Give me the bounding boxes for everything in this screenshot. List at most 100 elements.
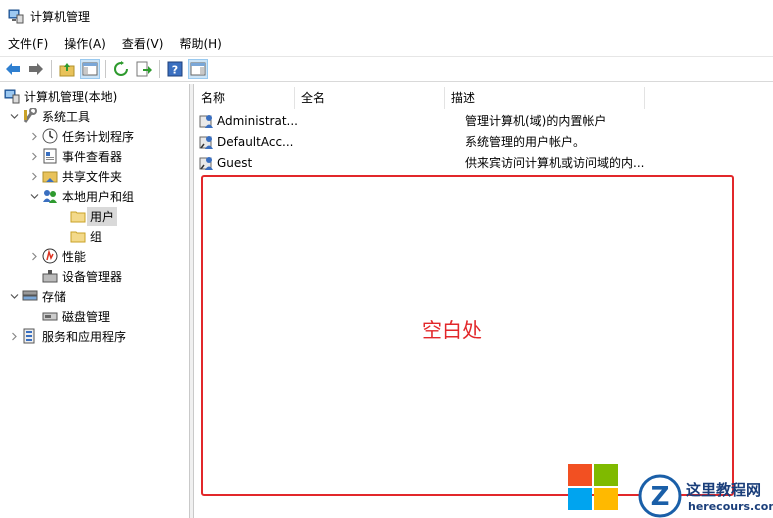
user-description: 系统管理的用户帐户。 (465, 135, 586, 149)
window-title: 计算机管理 (30, 9, 91, 24)
tree-item-label: 共享文件夹 (62, 169, 123, 184)
menu-action[interactable]: 操作(A) (56, 33, 114, 55)
export-list-button[interactable] (134, 59, 154, 79)
chevron-down-icon[interactable] (28, 186, 40, 206)
refresh-icon (114, 61, 128, 76)
tree-item[interactable]: 磁盘管理 (28, 306, 110, 326)
tree-item[interactable]: 系统工具 (8, 106, 90, 126)
forward-arrow-icon (29, 63, 43, 75)
console-tree: 计算机管理(本地) 系统工具任务计划程序 事件查看器共享文件夹本地用户和组用户组性能… (0, 84, 190, 518)
toolbar-separator (159, 60, 160, 78)
tree-item-label: 服务和应用程序 (42, 329, 127, 344)
tree-item-label: 用户 (87, 206, 118, 226)
tree-item-label: 性能 (62, 249, 87, 264)
computer-management-icon (8, 8, 24, 24)
watermark-brand: 这里教程网 (686, 481, 762, 499)
chevron-right-icon[interactable] (28, 126, 40, 146)
toolbar-separator (105, 60, 106, 78)
console-tree-icon (82, 62, 98, 76)
user-account-icon (199, 113, 215, 129)
up-level-button[interactable] (57, 59, 77, 79)
tree-item[interactable]: 服务和应用程序 (8, 326, 126, 346)
tree-item-label: 存储 (42, 289, 67, 304)
list-header: 名称 全名 描述 (195, 87, 773, 109)
watermark-url: herecours.com (688, 500, 773, 513)
tree-item-label: 系统工具 (42, 109, 91, 124)
tree-item-label: 本地用户和组 (62, 189, 135, 204)
show-hide-action-pane-button[interactable] (188, 59, 208, 79)
local-users-groups-icon (42, 188, 58, 204)
tree-item-label: 设备管理器 (62, 269, 123, 284)
tree-item[interactable]: 设备管理器 (28, 266, 122, 286)
tree-item-label: 磁盘管理 (62, 309, 111, 324)
tree-item[interactable]: 事件查看器 (28, 146, 122, 166)
menu-file[interactable]: 文件(F) (0, 33, 56, 55)
system-tools-icon (22, 107, 38, 124)
chevron-down-icon[interactable] (8, 286, 20, 306)
svg-text:?: ? (172, 64, 178, 77)
tree-item-label: 事件查看器 (62, 149, 123, 164)
tree-item-label: 任务计划程序 (62, 129, 135, 144)
title-bar: 计算机管理 (0, 0, 773, 32)
column-header-description[interactable]: 描述 (445, 87, 645, 109)
tree-item[interactable]: 任务计划程序 (28, 126, 134, 146)
user-name: Administrat... (217, 113, 298, 128)
performance-icon (42, 248, 58, 264)
column-header-fullname[interactable]: 全名 (295, 87, 445, 109)
pane-splitter[interactable] (190, 84, 194, 518)
tree-item[interactable]: 共享文件夹 (28, 166, 122, 186)
chevron-right-icon[interactable] (8, 326, 20, 346)
folder-up-icon (59, 63, 75, 77)
device-manager-icon (42, 268, 58, 284)
storage-icon (22, 288, 38, 304)
user-account-icon (199, 134, 215, 150)
chevron-right-icon[interactable] (28, 166, 40, 186)
show-hide-console-tree-button[interactable] (80, 59, 100, 79)
tree-item-label: 计算机管理(本地) (24, 89, 118, 104)
tree-item[interactable]: 性能 (28, 246, 86, 266)
tree-item[interactable]: 计算机管理(本地) (2, 86, 117, 106)
tree-item-label: 组 (90, 229, 103, 244)
event-viewer-icon (42, 148, 58, 164)
help-button[interactable]: ? (165, 59, 185, 79)
shared-folders-icon (42, 168, 58, 184)
chevron-right-icon[interactable] (28, 246, 40, 266)
tree-item[interactable]: 存储 (8, 286, 66, 306)
back-arrow-icon (6, 63, 20, 75)
action-pane-icon (190, 62, 206, 76)
annotation-label: 空白处 (422, 318, 482, 342)
list-item[interactable]: DefaultAcc... 系统管理的用户帐户。 (195, 131, 773, 152)
computer-management-icon (4, 88, 20, 104)
folder-icon (70, 228, 86, 244)
user-name: Guest (217, 155, 253, 170)
svg-text:Z: Z (651, 482, 670, 512)
user-account-icon (199, 155, 215, 171)
tree-item[interactable]: 组 (56, 226, 102, 246)
list-item[interactable]: Guest 供来宾访问计算机或访问域的内... (195, 152, 773, 173)
folder-icon (70, 208, 86, 224)
column-header-name[interactable]: 名称 (195, 87, 295, 109)
services-applications-icon (22, 328, 38, 344)
tree-item[interactable]: 本地用户和组 (28, 186, 134, 206)
list-item[interactable]: Administrat... 管理计算机(域)的内置帐户 (195, 110, 773, 131)
user-name: DefaultAcc... (217, 134, 294, 149)
watermark: Z 这里教程网 herecours.com (568, 462, 773, 518)
menu-help[interactable]: 帮助(H) (171, 33, 229, 55)
menu-view[interactable]: 查看(V) (114, 33, 172, 55)
chevron-down-icon[interactable] (8, 106, 20, 126)
user-description: 管理计算机(域)的内置帐户 (465, 114, 607, 128)
disk-management-icon (42, 308, 58, 324)
export-icon (136, 61, 152, 77)
back-button[interactable] (3, 59, 23, 79)
tree-item[interactable]: 用户 (56, 206, 118, 226)
forward-button[interactable] (26, 59, 46, 79)
user-description: 供来宾访问计算机或访问域的内... (465, 156, 645, 170)
menu-bar: 文件(F) 操作(A) 查看(V) 帮助(H) (0, 33, 773, 55)
refresh-button[interactable] (111, 59, 131, 79)
toolbar: ? (0, 56, 773, 82)
chevron-right-icon[interactable] (28, 146, 40, 166)
